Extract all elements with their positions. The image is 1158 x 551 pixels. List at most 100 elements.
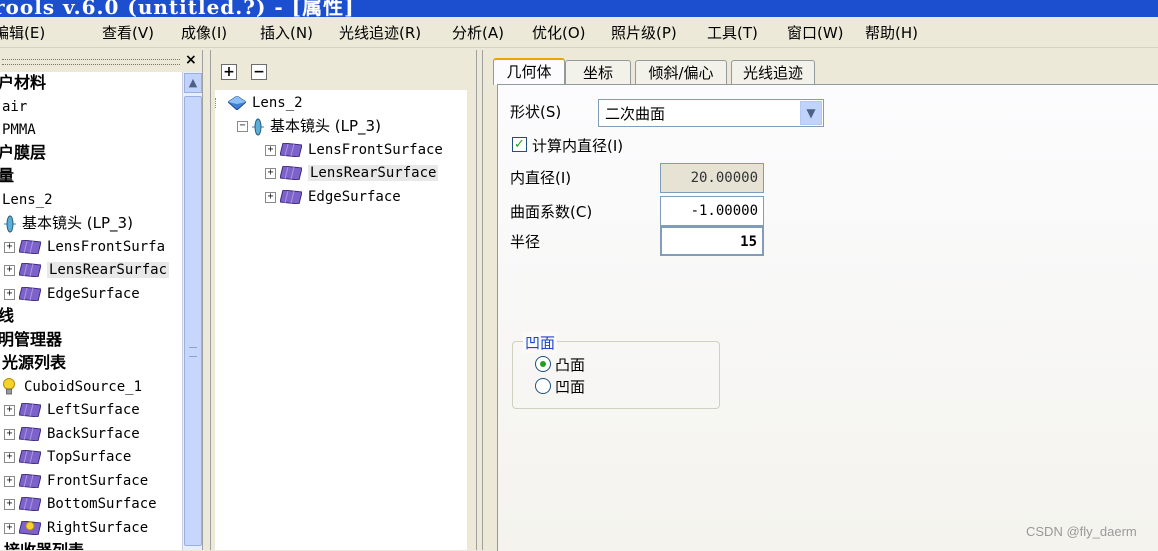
convex-label: 凸面 bbox=[555, 356, 586, 374]
vertical-scrollbar[interactable]: ▲ bbox=[182, 72, 202, 550]
surface-icon bbox=[280, 166, 302, 180]
menu-insert[interactable]: 插入(N) bbox=[260, 22, 313, 43]
lens-icon bbox=[252, 118, 264, 135]
expand-icon[interactable]: + bbox=[265, 167, 276, 179]
tree-item-user-coatings[interactable]: 户膜层 bbox=[0, 142, 46, 164]
menu-photorealistic[interactable]: 照片级(P) bbox=[611, 22, 677, 43]
tree-item-back-surface[interactable]: + BackSurface bbox=[4, 423, 140, 445]
menu-imaging[interactable]: 成像(I) bbox=[181, 22, 227, 43]
object-tree-panel: + − Lens_2 − 基本镜头 (LP_3) + LensFrontSurfac… bbox=[210, 50, 477, 550]
menu-bar: 编辑(E) 查看(V) 成像(I) 插入(N) 光线追迹(R) 分析(A) 优化… bbox=[0, 17, 1158, 48]
tree-item-lens2[interactable]: Lens_2 bbox=[2, 189, 53, 211]
chevron-down-icon[interactable]: ▼ bbox=[800, 101, 822, 125]
tree-item-components[interactable]: 量 bbox=[0, 165, 14, 187]
tab-raytrace[interactable]: 光线追迹 bbox=[731, 60, 815, 84]
radius-field[interactable]: 15 bbox=[660, 226, 764, 256]
properties-panel: 几何体 坐标 倾斜/偏心 光线追迹 形状(S) 二次曲面 ▼ ✓ 计算内直径(I… bbox=[482, 50, 1158, 551]
shape-dropdown[interactable]: 二次曲面 ▼ bbox=[598, 99, 824, 127]
shape-dropdown-value: 二次曲面 bbox=[605, 105, 666, 123]
collapse-icon[interactable]: − bbox=[237, 121, 248, 132]
system-navigator-panel: × 户材料 air PMMA 户膜层 量 Lens_2 基本镜头 (LP_3) … bbox=[0, 50, 203, 550]
tree-line bbox=[215, 98, 220, 108]
tree-item-lens-rear-surface[interactable]: + LensRearSurfac bbox=[4, 259, 170, 281]
scroll-grip bbox=[189, 347, 197, 357]
drag-grip[interactable] bbox=[2, 59, 180, 65]
tree-item-cuboid-source[interactable]: CuboidSource_1 bbox=[2, 376, 142, 398]
concave-radio[interactable] bbox=[535, 378, 551, 394]
expand-icon[interactable]: + bbox=[4, 451, 15, 463]
tab-tilt-decenter[interactable]: 倾斜/偏心 bbox=[635, 60, 727, 84]
expand-icon[interactable]: + bbox=[4, 428, 15, 440]
tree-item-basic-lens[interactable]: − 基本镜头 (LP_3) bbox=[237, 115, 381, 137]
panel-header: × bbox=[0, 50, 202, 72]
tree-item-bottom-surface[interactable]: + BottomSurface bbox=[4, 493, 157, 515]
tree-item-rays[interactable]: 线 bbox=[0, 305, 14, 327]
expand-icon[interactable]: + bbox=[4, 404, 15, 416]
tree-item-pmma[interactable]: PMMA bbox=[2, 119, 36, 141]
tree-item-edge-surface[interactable]: + EdgeSurface bbox=[265, 186, 401, 208]
concave-label: 凹面 bbox=[555, 378, 586, 396]
menu-analysis[interactable]: 分析(A) bbox=[452, 22, 504, 43]
tree-item-top-surface[interactable]: + TopSurface bbox=[4, 446, 131, 468]
surface-type-group: 凹面 凸面 凹面 bbox=[512, 332, 720, 409]
menu-window[interactable]: 窗口(W) bbox=[787, 22, 844, 43]
menu-view[interactable]: 查看(V) bbox=[102, 22, 154, 43]
close-icon[interactable]: × bbox=[185, 52, 197, 68]
tree-item-edge-surface[interactable]: + EdgeSurface bbox=[4, 283, 140, 305]
title-bar: rools v.6.0 (untitled.?) - [属性] bbox=[0, 0, 1158, 17]
inner-diameter-field[interactable]: 20.00000 bbox=[660, 163, 764, 193]
surface-icon bbox=[19, 427, 41, 441]
expand-icon[interactable]: + bbox=[4, 522, 15, 534]
expand-icon[interactable]: + bbox=[4, 288, 15, 300]
tree-item-user-materials[interactable]: 户材料 bbox=[0, 72, 46, 94]
surface-icon bbox=[19, 287, 41, 301]
tree-item-receiver-list[interactable]: 接收器列表 bbox=[4, 540, 84, 550]
menu-optimize[interactable]: 优化(O) bbox=[532, 22, 586, 43]
convex-radio[interactable] bbox=[535, 356, 551, 372]
surface-icon bbox=[280, 143, 302, 157]
tree-item-source-list[interactable]: 光源列表 bbox=[2, 352, 66, 374]
expand-all-button[interactable]: + bbox=[221, 64, 237, 80]
surface-icon bbox=[280, 190, 302, 204]
component-icon bbox=[228, 96, 246, 110]
tree-item-lens-front-surface[interactable]: + LensFrontSurface bbox=[265, 139, 443, 161]
tree-item-lens-front-surface[interactable]: + LensFrontSurfa bbox=[4, 236, 165, 258]
radio-dot bbox=[540, 361, 546, 367]
menu-edit[interactable]: 编辑(E) bbox=[0, 22, 45, 43]
collapse-all-button[interactable]: − bbox=[251, 64, 267, 80]
menu-raytrace[interactable]: 光线追迹(R) bbox=[339, 22, 421, 43]
expand-icon[interactable]: + bbox=[4, 241, 15, 253]
calc-inner-diameter-checkbox[interactable]: ✓ bbox=[512, 137, 527, 152]
tree-item-right-surface[interactable]: + RightSurface bbox=[4, 517, 148, 539]
tree-item-air[interactable]: air bbox=[2, 96, 27, 118]
window-title: rools v.6.0 (untitled.?) - [属性] bbox=[0, 0, 355, 17]
group-title: 凹面 bbox=[523, 332, 558, 353]
menu-help[interactable]: 帮助(H) bbox=[865, 22, 918, 43]
geometry-tab-content: 形状(S) 二次曲面 ▼ ✓ 计算内直径(I) 内直径(I) 20.00000 … bbox=[497, 84, 1158, 551]
conic-field[interactable]: -1.00000 bbox=[660, 196, 764, 226]
scroll-thumb[interactable] bbox=[184, 96, 202, 546]
expand-icon[interactable]: + bbox=[4, 498, 15, 510]
tree-item-lens2[interactable]: Lens_2 bbox=[215, 92, 303, 114]
tree-item-left-surface[interactable]: + LeftSurface bbox=[4, 399, 140, 421]
tree-item-illumination-manager[interactable]: 明管理器 bbox=[0, 329, 62, 351]
tree-item-basic-lens[interactable]: 基本镜头 (LP_3) bbox=[4, 212, 133, 234]
inner-diameter-label: 内直径(I) bbox=[510, 169, 572, 187]
expand-icon[interactable]: + bbox=[4, 475, 15, 487]
tab-coordinates[interactable]: 坐标 bbox=[565, 60, 631, 84]
emitting-surface-icon bbox=[19, 521, 41, 535]
menu-tools[interactable]: 工具(T) bbox=[707, 22, 758, 43]
tab-geometry[interactable]: 几何体 bbox=[493, 58, 565, 85]
tree-item-front-surface[interactable]: + FrontSurface bbox=[4, 470, 148, 492]
surface-icon bbox=[19, 497, 41, 511]
surface-icon bbox=[19, 240, 41, 254]
expand-icon[interactable]: + bbox=[4, 264, 15, 276]
tree-item-lens-rear-surface[interactable]: + LensRearSurface bbox=[265, 162, 439, 184]
expand-icon[interactable]: + bbox=[265, 191, 276, 203]
expand-icon[interactable]: + bbox=[265, 144, 276, 156]
surface-icon bbox=[19, 403, 41, 417]
watermark: CSDN @fly_daerm bbox=[1026, 524, 1137, 539]
scroll-up-icon[interactable]: ▲ bbox=[184, 73, 202, 93]
surface-icon bbox=[19, 450, 41, 464]
radius-label: 半径 bbox=[510, 233, 541, 251]
